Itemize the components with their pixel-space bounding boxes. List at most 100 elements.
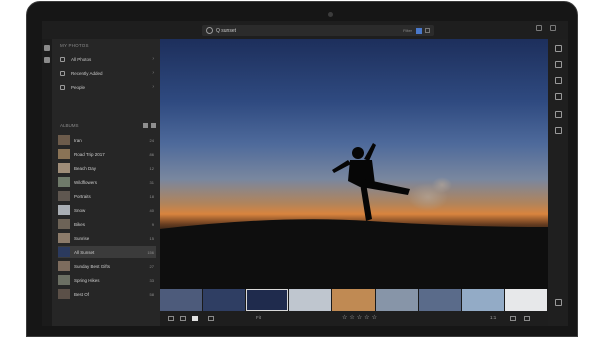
star-icon[interactable]: ☆ [372, 315, 377, 322]
album-name: Sunday Best Gifts [74, 263, 111, 269]
album-count: 86 [149, 151, 154, 157]
album-count: 24 [149, 137, 154, 143]
album-thumbnail [58, 205, 70, 215]
album-thumbnail [58, 275, 70, 285]
sidebar-item-label: People [71, 84, 86, 90]
album-name: Portraits [74, 193, 91, 199]
album-item[interactable]: All Sunset 156 [58, 246, 156, 258]
sort-icon[interactable] [208, 316, 214, 321]
sidebar-item-recently-added[interactable]: Recently Added › [60, 68, 154, 78]
album-count: 33 [149, 277, 154, 283]
help-icon[interactable] [550, 25, 556, 31]
album-item[interactable]: Sunrise 15 [58, 232, 156, 244]
fit-label[interactable]: Fit [256, 315, 261, 320]
share-icon[interactable] [536, 25, 542, 31]
albums-header: ALBUMS [60, 121, 156, 129]
album-thumbnail [58, 177, 70, 187]
square-view-icon[interactable] [180, 316, 186, 321]
star-icon[interactable]: ☆ [349, 315, 354, 322]
album-count: 15 [149, 235, 154, 241]
album-item[interactable]: Spring Hikes 33 [58, 274, 156, 286]
album-item[interactable]: Snow 40 [58, 204, 156, 216]
album-thumbnail [58, 219, 70, 229]
album-thumbnail [58, 149, 70, 159]
album-options-icon[interactable] [151, 122, 156, 128]
album-item[interactable]: Road Trip 2017 86 [58, 148, 156, 160]
people-icon [60, 84, 65, 90]
import-icon[interactable] [44, 57, 50, 63]
add-album-icon[interactable] [143, 122, 148, 128]
chevron-right-icon: › [152, 84, 154, 90]
star-icon[interactable]: ☆ [342, 315, 347, 322]
sidebar-item-people[interactable]: People › [60, 82, 154, 92]
grid-view-icon[interactable] [168, 316, 174, 321]
album-item[interactable]: Beach Day 12 [58, 162, 156, 174]
sidebar-item-all-photos[interactable]: All Photos › [60, 54, 154, 64]
album-name: Snow [74, 207, 86, 213]
album-name: Road Trip 2017 [74, 151, 105, 157]
album-name: All Sunset [74, 249, 95, 255]
album-item[interactable]: Best Of 58 [58, 288, 156, 300]
keyword-icon[interactable] [555, 127, 562, 134]
star-icon[interactable]: ☆ [364, 315, 369, 322]
album-item[interactable]: Sunday Best Gifts 27 [58, 260, 156, 272]
section-title-my-photos: MY PHOTOS [60, 43, 89, 48]
compare-icon[interactable] [510, 316, 516, 321]
album-count: 18 [149, 193, 154, 199]
search-input[interactable]: Q sunset [216, 28, 403, 34]
album-item[interactable]: Bikes 9 [58, 218, 156, 230]
right-tool-rail [548, 39, 568, 326]
album-item[interactable]: Wildflowers 31 [58, 176, 156, 188]
filmstrip-thumbnail[interactable] [203, 289, 246, 311]
silhouette-figure [332, 143, 410, 221]
filter-toggle-button[interactable] [416, 27, 422, 34]
filmstrip-thumbnail[interactable] [418, 289, 461, 311]
left-rail [42, 39, 52, 326]
gradient-icon[interactable] [555, 93, 562, 100]
photos-icon [60, 56, 65, 62]
album-count: 9 [151, 221, 154, 227]
album-name: Spring Hikes [74, 277, 100, 283]
album-thumbnail [58, 233, 70, 243]
star-icon[interactable]: ☆ [357, 315, 362, 322]
settings-icon[interactable] [555, 299, 562, 306]
filmstrip-thumbnail[interactable] [289, 289, 332, 311]
filmstrip-thumbnail[interactable] [375, 289, 418, 311]
edit-icon[interactable] [555, 45, 562, 52]
bottom-bar: Fit ☆ ☆ ☆ ☆ ☆ 1:1 [160, 311, 548, 326]
search-bar[interactable]: Q sunset Filter [202, 25, 434, 36]
filmstrip-thumbnail[interactable] [246, 289, 289, 311]
search-icon [206, 27, 213, 34]
album-name: Beach Day [74, 165, 97, 171]
fullscreen-icon[interactable] [524, 316, 530, 321]
album-thumbnail [58, 247, 70, 257]
album-name: Iran [74, 137, 82, 143]
filmstrip-thumbnail[interactable] [332, 289, 375, 311]
flag-icon[interactable] [425, 28, 430, 33]
filmstrip-thumbnail[interactable] [461, 289, 504, 311]
filmstrip-thumbnail[interactable] [160, 289, 203, 311]
album-count: 40 [149, 207, 154, 213]
main-photo[interactable] [160, 39, 548, 289]
camera [328, 12, 333, 17]
crop-icon[interactable] [555, 61, 562, 68]
album-name: Bikes [74, 221, 86, 227]
library-icon[interactable] [44, 45, 50, 51]
album-count: 58 [149, 291, 154, 297]
album-thumbnail [58, 163, 70, 173]
album-item[interactable]: Portraits 18 [58, 190, 156, 202]
filmstrip-thumbnail[interactable] [504, 289, 547, 311]
info-icon[interactable] [555, 111, 562, 118]
app-window: Q sunset Filter MY PHOTOS All Photos › R… [42, 21, 568, 326]
filter-label[interactable]: Filter [403, 28, 412, 33]
album-thumbnail [58, 289, 70, 299]
albums-title: ALBUMS [60, 122, 79, 128]
album-count: 27 [149, 263, 154, 269]
detail-view-icon[interactable] [192, 316, 198, 321]
album-name: Wildflowers [74, 179, 98, 185]
star-rating[interactable]: ☆ ☆ ☆ ☆ ☆ [342, 315, 377, 322]
brush-icon[interactable] [555, 77, 562, 84]
album-count: 156 [147, 249, 154, 255]
album-item[interactable]: Iran 24 [58, 134, 156, 146]
zoom-level[interactable]: 1:1 [490, 315, 496, 320]
